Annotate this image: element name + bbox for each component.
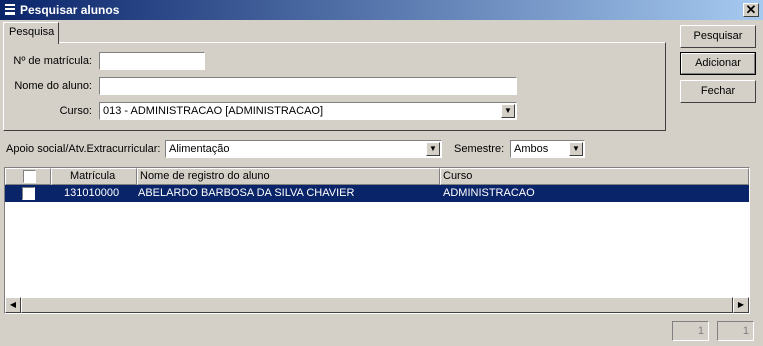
apoio-select[interactable]: Alimentação ▼ [165,140,442,158]
adicionar-button[interactable]: Adicionar [680,52,756,75]
select-all-header[interactable] [5,168,51,185]
scroll-right-icon[interactable]: ▶ [733,297,749,313]
matricula-field[interactable] [99,52,205,70]
cell-nome: ABELARDO BARBOSA DA SILVA CHAVIER [138,187,355,199]
row-checkbox[interactable] [22,187,35,200]
curso-select[interactable]: 013 - ADMINISTRACAO [ADMINISTRACAO] ▼ [99,102,517,120]
chevron-down-icon[interactable]: ▼ [569,142,583,156]
students-grid[interactable]: Matrícula Nome de registro do aluno Curs… [4,167,750,314]
fechar-button[interactable]: Fechar [680,80,756,103]
apoio-label: Apoio social/Atv.Extracurricular: [6,143,161,155]
record-counter: 1 [672,321,709,341]
curso-value: 013 - ADMINISTRACAO [ADMINISTRACAO] [103,105,324,117]
pesquisar-button[interactable]: Pesquisar [680,25,756,48]
chevron-down-icon[interactable]: ▼ [426,142,440,156]
semestre-label: Semestre: [454,143,505,155]
window-title: Pesquisar alunos [20,3,120,17]
apoio-value: Alimentação [169,143,230,155]
chevron-down-icon[interactable]: ▼ [501,104,515,118]
scroll-thumb[interactable] [21,297,733,313]
horizontal-scrollbar[interactable]: ◀ ▶ [5,297,749,313]
column-header-curso[interactable]: Curso [440,168,749,185]
window-menu-icon[interactable] [4,4,16,16]
nome-label: Nome do aluno: [14,80,92,92]
semestre-select[interactable]: Ambos ▼ [510,140,585,158]
column-header-nome[interactable]: Nome de registro do aluno [137,168,440,185]
scroll-left-icon[interactable]: ◀ [5,297,21,313]
table-row[interactable]: 131010000 ABELARDO BARBOSA DA SILVA CHAV… [5,185,749,202]
tab-pesquisa[interactable]: Pesquisa [3,22,59,44]
close-icon[interactable]: ✕ [743,3,759,17]
column-header-matricula[interactable]: Matrícula [51,168,137,185]
record-total: 1 [717,321,754,341]
matricula-label: Nº de matrícula: [13,55,92,67]
cell-matricula: 131010000 [64,187,120,199]
cell-curso: ADMINISTRACAO [443,187,535,199]
semestre-value: Ambos [514,143,549,155]
tab-label: Pesquisa [9,26,55,38]
curso-label: Curso: [59,105,92,117]
select-all-checkbox[interactable] [23,170,36,183]
adicionar-label: Adicionar [695,57,741,69]
nome-field[interactable] [99,77,517,95]
